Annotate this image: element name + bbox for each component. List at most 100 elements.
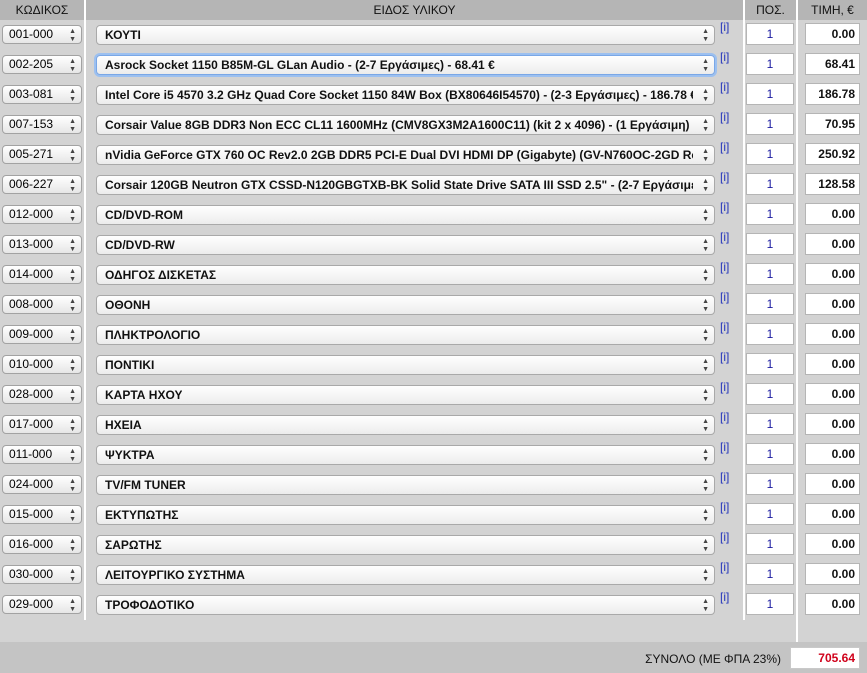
up-down-arrows-icon: ▲ ▼ xyxy=(69,328,76,343)
info-link[interactable]: [i] xyxy=(720,230,729,244)
item-select[interactable]: ΚΑΡΤΑ ΗΧΟΥ ▲ ▼ xyxy=(96,385,715,405)
quantity-field[interactable]: 1 xyxy=(746,503,794,525)
quantity-field[interactable]: 1 xyxy=(746,23,794,45)
info-link[interactable]: [i] xyxy=(720,140,729,154)
info-link[interactable]: [i] xyxy=(720,170,729,184)
quantity-field[interactable]: 1 xyxy=(746,293,794,315)
code-value: 012-000 xyxy=(9,207,54,221)
code-select[interactable]: 008-000 ▲ ▼ xyxy=(2,295,82,314)
info-link[interactable]: [i] xyxy=(720,200,729,214)
code-select[interactable]: 007-153 ▲ ▼ xyxy=(2,115,82,134)
item-select[interactable]: TV/FM TUNER ▲ ▼ xyxy=(96,475,715,495)
quantity-field[interactable]: 1 xyxy=(746,353,794,375)
code-select[interactable]: 014-000 ▲ ▼ xyxy=(2,265,82,284)
code-select[interactable]: 011-000 ▲ ▼ xyxy=(2,445,82,464)
quantity-field[interactable]: 1 xyxy=(746,413,794,435)
quantity-field[interactable]: 1 xyxy=(746,143,794,165)
quantity-field[interactable]: 1 xyxy=(746,263,794,285)
configurator-grid: ΚΩΔΙΚΟΣ ΕΙΔΟΣ ΥΛΙΚΟΥ ΠΟΣ. ΤΙΜΗ, € 001-00… xyxy=(0,0,867,673)
up-down-arrows-icon: ▲ ▼ xyxy=(702,28,709,43)
item-select[interactable]: ΠΟΝΤΙΚΙ ▲ ▼ xyxy=(96,355,715,375)
item-select[interactable]: ΟΔΗΓΟΣ ΔΙΣΚΕΤΑΣ ▲ ▼ xyxy=(96,265,715,285)
up-down-arrows-icon: ▲ ▼ xyxy=(69,268,76,283)
up-down-arrows-icon: ▲ ▼ xyxy=(702,58,709,73)
info-link[interactable]: [i] xyxy=(720,560,729,574)
info-link[interactable]: [i] xyxy=(720,260,729,274)
up-down-arrows-icon: ▲ ▼ xyxy=(702,508,709,523)
info-link[interactable]: [i] xyxy=(720,410,729,424)
price-field: 250.92 xyxy=(805,143,860,165)
quantity-field[interactable]: 1 xyxy=(746,113,794,135)
item-select[interactable]: Asrock Socket 1150 B85M-GL GLan Audio - … xyxy=(96,55,715,75)
item-select[interactable]: CD/DVD-RW ▲ ▼ xyxy=(96,235,715,255)
info-link[interactable]: [i] xyxy=(720,530,729,544)
item-select[interactable]: CD/DVD-ROM ▲ ▼ xyxy=(96,205,715,225)
quantity-field[interactable]: 1 xyxy=(746,443,794,465)
info-link[interactable]: [i] xyxy=(720,20,729,34)
info-link[interactable]: [i] xyxy=(720,110,729,124)
info-link[interactable]: [i] xyxy=(720,440,729,454)
up-down-arrows-icon: ▲ ▼ xyxy=(702,598,709,613)
code-select[interactable]: 013-000 ▲ ▼ xyxy=(2,235,82,254)
quantity-field[interactable]: 1 xyxy=(746,203,794,225)
code-select[interactable]: 030-000 ▲ ▼ xyxy=(2,565,82,584)
item-select[interactable]: ΣΑΡΩΤΗΣ ▲ ▼ xyxy=(96,535,715,555)
price-field: 0.00 xyxy=(805,443,860,465)
quantity-field[interactable]: 1 xyxy=(746,173,794,195)
item-select[interactable]: nVidia GeForce GTX 760 OC Rev2.0 2GB DDR… xyxy=(96,145,715,165)
item-select[interactable]: ΤΡΟΦΟΔΟΤΙΚΟ ▲ ▼ xyxy=(96,595,715,615)
code-select[interactable]: 002-205 ▲ ▼ xyxy=(2,55,82,74)
code-select[interactable]: 001-000 ▲ ▼ xyxy=(2,25,82,44)
code-select[interactable]: 010-000 ▲ ▼ xyxy=(2,355,82,374)
code-select[interactable]: 029-000 ▲ ▼ xyxy=(2,595,82,614)
info-link[interactable]: [i] xyxy=(720,500,729,514)
item-select[interactable]: ΕΚΤΥΠΩΤΗΣ ▲ ▼ xyxy=(96,505,715,525)
code-select[interactable]: 017-000 ▲ ▼ xyxy=(2,415,82,434)
quantity-field[interactable]: 1 xyxy=(746,83,794,105)
quantity-field[interactable]: 1 xyxy=(746,533,794,555)
table-row: 011-000 ▲ ▼ ΨΥΚΤΡΑ ▲ ▼ [i] 1 0.00 xyxy=(0,440,867,470)
up-down-arrows-icon: ▲ ▼ xyxy=(702,358,709,373)
item-select-value: ΣΑΡΩΤΗΣ xyxy=(105,538,162,552)
info-link[interactable]: [i] xyxy=(720,290,729,304)
code-select[interactable]: 012-000 ▲ ▼ xyxy=(2,205,82,224)
price-field: 186.78 xyxy=(805,83,860,105)
info-link[interactable]: [i] xyxy=(720,590,729,604)
code-select[interactable]: 006-227 ▲ ▼ xyxy=(2,175,82,194)
code-select[interactable]: 009-000 ▲ ▼ xyxy=(2,325,82,344)
item-select[interactable]: ΟΘΟΝΗ ▲ ▼ xyxy=(96,295,715,315)
quantity-field[interactable]: 1 xyxy=(746,233,794,255)
info-link[interactable]: [i] xyxy=(720,470,729,484)
quantity-field[interactable]: 1 xyxy=(746,473,794,495)
item-select[interactable]: Corsair Value 8GB DDR3 Non ECC CL11 1600… xyxy=(96,115,715,135)
info-link[interactable]: [i] xyxy=(720,380,729,394)
item-select[interactable]: ΚΟΥΤΙ ▲ ▼ xyxy=(96,25,715,45)
info-link[interactable]: [i] xyxy=(720,350,729,364)
code-select[interactable]: 003-081 ▲ ▼ xyxy=(2,85,82,104)
code-select[interactable]: 005-271 ▲ ▼ xyxy=(2,145,82,164)
code-select[interactable]: 024-000 ▲ ▼ xyxy=(2,475,82,494)
table-row: 009-000 ▲ ▼ ΠΛΗΚΤΡΟΛΟΓΙΟ ▲ ▼ [i] 1 0.00 xyxy=(0,320,867,350)
quantity-field[interactable]: 1 xyxy=(746,383,794,405)
item-select[interactable]: ΠΛΗΚΤΡΟΛΟΓΙΟ ▲ ▼ xyxy=(96,325,715,345)
code-select[interactable]: 015-000 ▲ ▼ xyxy=(2,505,82,524)
info-link[interactable]: [i] xyxy=(720,80,729,94)
info-link[interactable]: [i] xyxy=(720,320,729,334)
quantity-field[interactable]: 1 xyxy=(746,593,794,615)
quantity-field[interactable]: 1 xyxy=(746,53,794,75)
item-select[interactable]: Corsair 120GB Neutron GTX CSSD-N120GBGTX… xyxy=(96,175,715,195)
up-down-arrows-icon: ▲ ▼ xyxy=(69,478,76,493)
info-link[interactable]: [i] xyxy=(720,50,729,64)
column-divider xyxy=(796,620,798,642)
code-select[interactable]: 028-000 ▲ ▼ xyxy=(2,385,82,404)
quantity-field[interactable]: 1 xyxy=(746,563,794,585)
item-select[interactable]: ΛΕΙΤΟΥΡΓΙΚΟ ΣΥΣΤΗΜΑ ▲ ▼ xyxy=(96,565,715,585)
up-down-arrows-icon: ▲ ▼ xyxy=(702,538,709,553)
code-select[interactable]: 016-000 ▲ ▼ xyxy=(2,535,82,554)
table-row: 016-000 ▲ ▼ ΣΑΡΩΤΗΣ ▲ ▼ [i] 1 0.00 xyxy=(0,530,867,560)
up-down-arrows-icon: ▲ ▼ xyxy=(702,298,709,313)
item-select[interactable]: ΗΧΕΙΑ ▲ ▼ xyxy=(96,415,715,435)
quantity-field[interactable]: 1 xyxy=(746,323,794,345)
item-select[interactable]: ΨΥΚΤΡΑ ▲ ▼ xyxy=(96,445,715,465)
item-select[interactable]: Intel Core i5 4570 3.2 GHz Quad Core Soc… xyxy=(96,85,715,105)
